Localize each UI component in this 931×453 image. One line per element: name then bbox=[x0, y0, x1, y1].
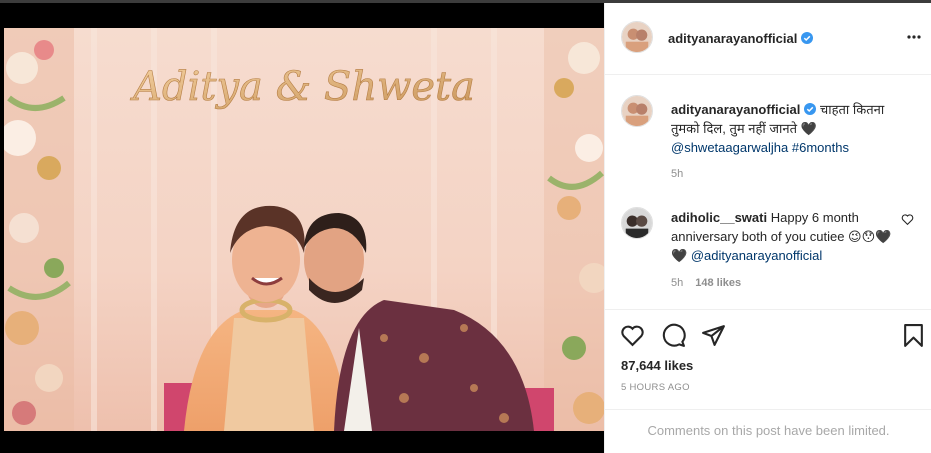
post-media: Aditya & Shweta bbox=[0, 3, 604, 453]
avatar[interactable] bbox=[621, 21, 653, 53]
comment-username[interactable]: adiholic__swati bbox=[671, 210, 767, 225]
caption-mention-link[interactable]: @shwetaagarwaljha bbox=[671, 140, 788, 155]
comments-limited-notice: Comments on this post have been limited. bbox=[605, 409, 931, 453]
comment-meta: 5h 148 likes bbox=[671, 277, 741, 289]
comment-icon[interactable] bbox=[661, 323, 686, 348]
caption-avatar[interactable] bbox=[621, 95, 653, 127]
caption-username[interactable]: adityanarayanofficial bbox=[671, 102, 800, 117]
comment-time[interactable]: 5h bbox=[671, 277, 683, 289]
verified-badge-icon bbox=[804, 103, 817, 115]
comment-likes[interactable]: 148 likes bbox=[695, 277, 741, 289]
paper-plane-icon[interactable] bbox=[701, 323, 726, 348]
post-timestamp[interactable]: 5 HOURS AGO bbox=[621, 382, 690, 393]
verified-badge-icon bbox=[801, 32, 814, 44]
caption-text-block: adityanarayanofficial चाहता कितना तुमको … bbox=[671, 100, 916, 157]
caption-time[interactable]: 5h bbox=[671, 168, 683, 180]
more-horizontal-icon[interactable] bbox=[906, 29, 922, 45]
photo-sign-text: Aditya & Shweta bbox=[129, 64, 475, 110]
likes-count[interactable]: 87,644 likes bbox=[621, 358, 693, 373]
post-actions: 87,644 likes 5 HOURS AGO bbox=[605, 309, 931, 409]
caption-hashtag-link[interactable]: #6months bbox=[792, 140, 849, 155]
comment-like-heart-icon[interactable] bbox=[901, 213, 914, 226]
comment-text-block: adiholic__swati Happy 6 month anniversar… bbox=[671, 208, 901, 265]
post-side-panel: adityanarayanofficial adityanarayanoffic… bbox=[604, 3, 931, 453]
couple-photo-image: Aditya & Shweta bbox=[4, 28, 604, 431]
bookmark-icon[interactable] bbox=[901, 323, 926, 348]
header-username-text[interactable]: adityanarayanofficial bbox=[668, 31, 797, 46]
post-photo[interactable]: Aditya & Shweta bbox=[4, 28, 604, 431]
comment-avatar[interactable] bbox=[621, 207, 653, 239]
heart-icon[interactable] bbox=[620, 323, 645, 348]
header-username[interactable]: adityanarayanofficial bbox=[668, 31, 814, 46]
post-header: adityanarayanofficial bbox=[605, 3, 931, 75]
comment-mention-link[interactable]: @adityanarayanofficial bbox=[691, 248, 822, 263]
